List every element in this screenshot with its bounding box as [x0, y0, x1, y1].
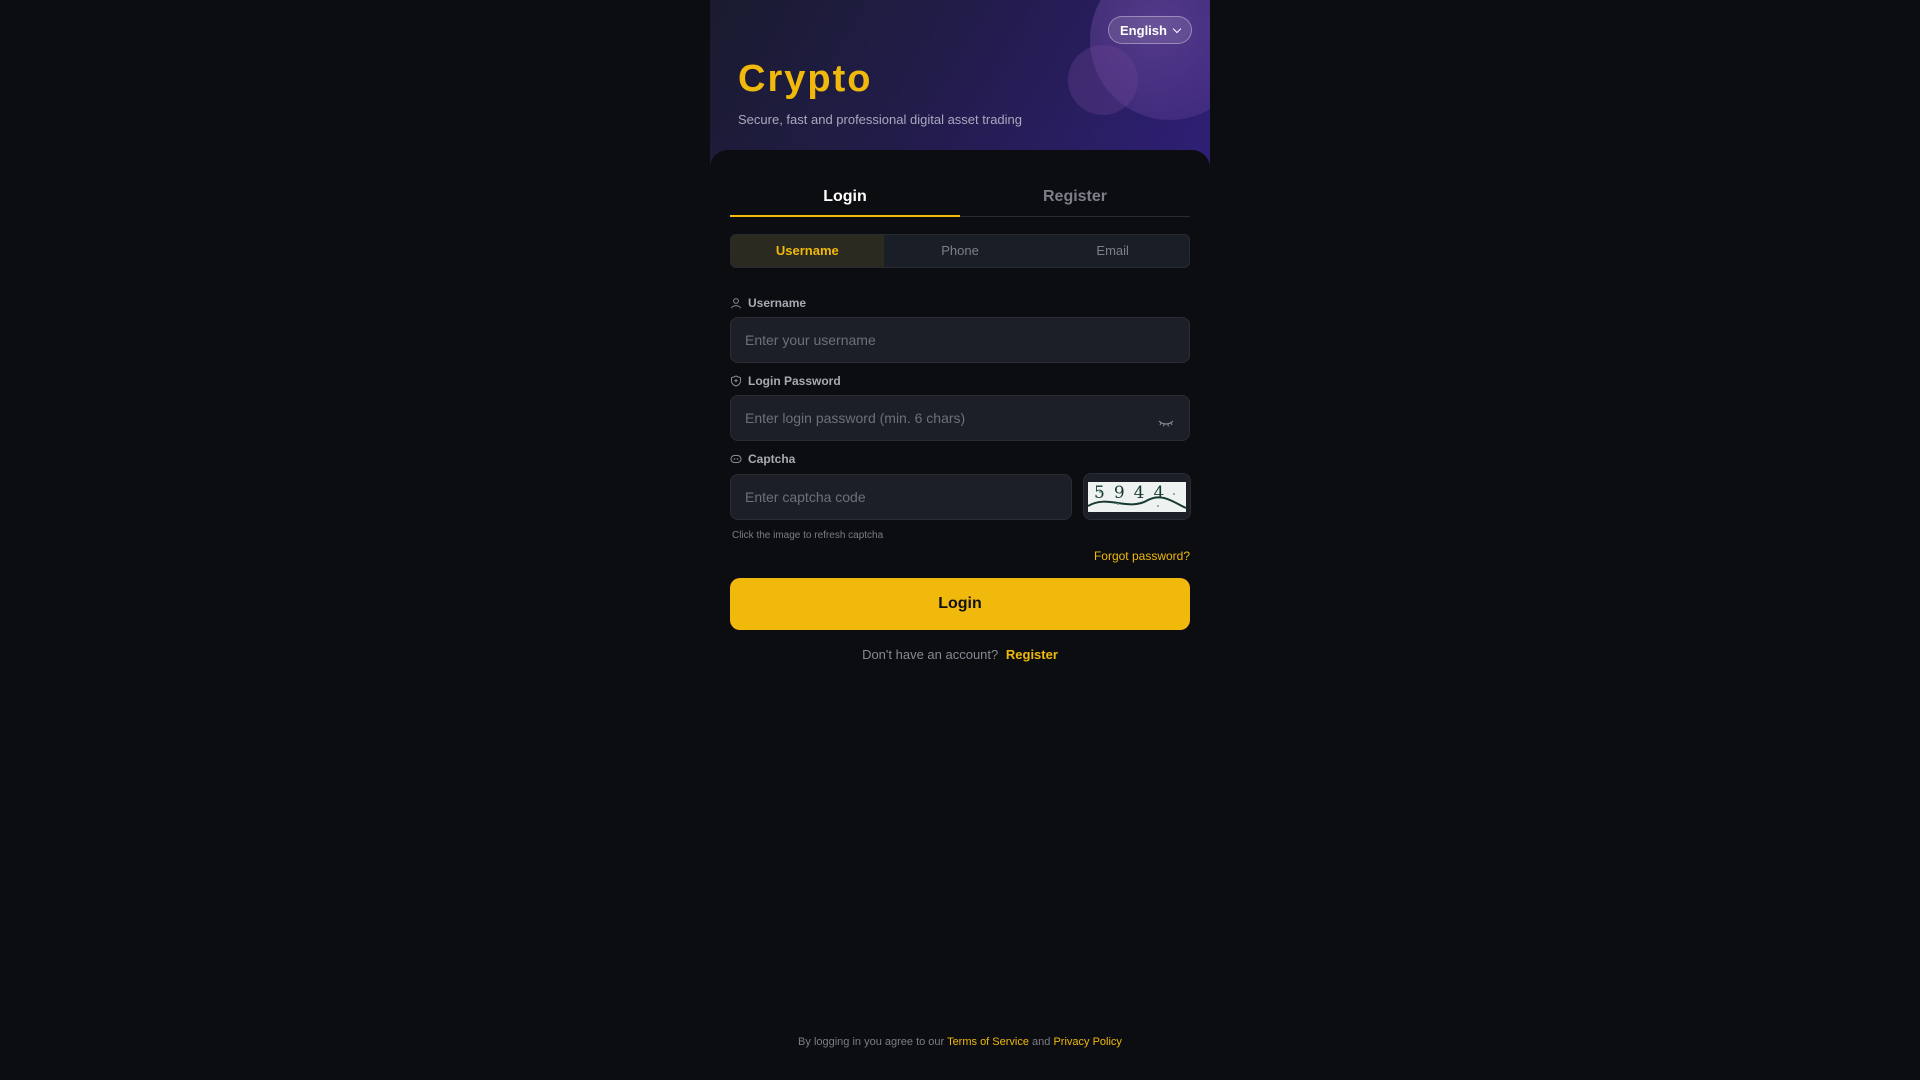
user-icon — [731, 298, 741, 309]
method-username[interactable]: Username — [731, 235, 884, 267]
forgot-password-link[interactable]: Forgot password? — [1094, 549, 1190, 563]
captcha-label-text: Captcha — [748, 452, 796, 466]
captcha-image[interactable]: 5944 — [1088, 481, 1186, 512]
auth-card: Login Register Username Phone Email User… — [710, 150, 1210, 1080]
signup-prompt: Don't have an account? Register — [710, 647, 1210, 662]
password-input[interactable] — [730, 395, 1190, 441]
captcha-hint: Click the image to refresh captcha — [732, 530, 884, 541]
login-method-selector: Username Phone Email — [730, 234, 1190, 268]
login-page: English Crypto Secure, fast and professi… — [710, 0, 1210, 1080]
language-selector[interactable]: English — [1108, 16, 1192, 44]
footer-and: and — [1032, 1036, 1051, 1048]
footer-prefix: By logging in you agree to our — [798, 1036, 945, 1048]
captcha-label: Captcha — [730, 452, 795, 466]
tab-register[interactable]: Register — [960, 178, 1190, 216]
register-link[interactable]: Register — [1006, 647, 1058, 662]
brand-subtitle: Secure, fast and professional digital as… — [738, 112, 1023, 127]
captcha-image-button[interactable]: 5944 — [1083, 473, 1191, 520]
username-input[interactable] — [730, 317, 1190, 363]
login-button[interactable]: Login — [730, 578, 1190, 630]
password-label: Login Password — [730, 374, 841, 388]
username-label: Username — [730, 296, 806, 310]
brand-title: Crypto — [738, 58, 873, 100]
chevron-down-icon — [1172, 24, 1182, 33]
captcha-icon — [730, 455, 742, 463]
auth-tabs: Login Register — [730, 178, 1190, 217]
captcha-code: 5944 — [1094, 482, 1174, 503]
method-email[interactable]: Email — [1036, 235, 1189, 267]
tab-login[interactable]: Login — [730, 178, 960, 217]
language-label: English — [1120, 22, 1167, 38]
legal-footer: By logging in you agree to our Terms of … — [0, 1036, 1920, 1048]
decorative-circle-small — [1068, 45, 1138, 115]
username-label-text: Username — [748, 296, 807, 310]
signup-prompt-text: Don't have an account? — [862, 647, 999, 662]
captcha-input[interactable] — [730, 474, 1072, 520]
eye-closed-icon[interactable] — [1157, 417, 1175, 429]
password-label-text: Login Password — [748, 374, 841, 388]
privacy-link[interactable]: Privacy Policy — [1053, 1036, 1121, 1048]
hero-banner: English Crypto Secure, fast and professi… — [710, 0, 1210, 170]
shield-icon — [731, 375, 741, 387]
terms-link[interactable]: Terms of Service — [947, 1036, 1029, 1048]
method-phone[interactable]: Phone — [884, 235, 1037, 267]
